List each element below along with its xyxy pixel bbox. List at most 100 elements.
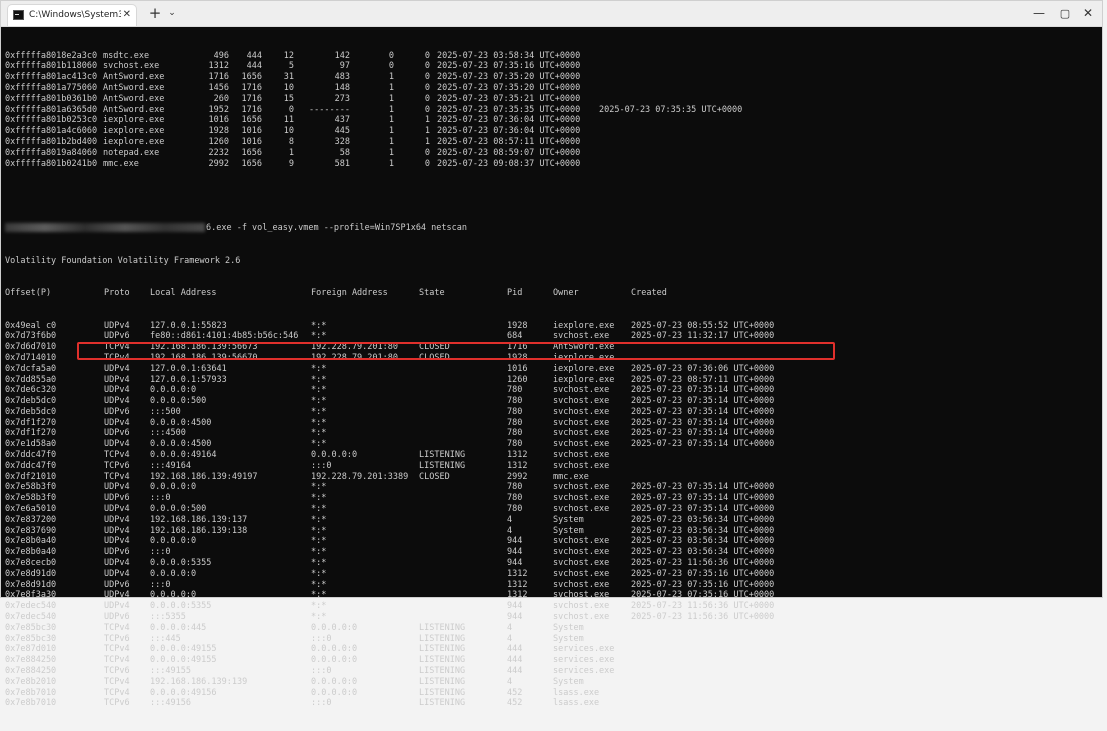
cell: TCPv4 [104, 644, 130, 655]
netscan-row: 0x7deb5dc0 UDPv4 0.0.0.0:500 *:* 780 svchost.… [5, 396, 774, 407]
cell: 944 [507, 558, 523, 569]
cell: 0.0.0.0:4500 [150, 417, 212, 428]
cell: 1 [388, 93, 394, 104]
cell: UDPv4 [104, 374, 130, 385]
netscan-row: 0x7e85bc30 TCPv4 0.0.0.0:445 0.0.0.0:0 LISTE… [5, 623, 584, 634]
chevron-down-icon[interactable]: ⌄ [165, 4, 179, 23]
cell: *:* [311, 612, 327, 623]
cell: *:* [311, 417, 327, 428]
new-tab-button[interactable]: + [146, 4, 164, 23]
cell: 444 [246, 50, 262, 61]
cell: 328 [334, 136, 350, 147]
netscan-row: 0x7d73f6b0 UDPv6 fe80::d861:4101:4b85:b56c… [5, 331, 774, 342]
cell: 1 [424, 126, 430, 137]
cell: *:* [311, 320, 327, 331]
cell: 1456 [208, 82, 229, 93]
cell: 2025-07-23 11:56:36 UTC+0000 [631, 612, 775, 623]
cell: 1016 [208, 115, 229, 126]
tab-close-icon[interactable]: ✕ [123, 5, 131, 25]
cell: 1 [388, 115, 394, 126]
cell: 5 [288, 61, 294, 72]
cell: 0 [388, 61, 394, 72]
cell: 4 [507, 676, 513, 687]
cell: AntSword.exe [103, 104, 165, 115]
close-button[interactable]: ✕ [1072, 4, 1104, 23]
column-header: Pid [507, 288, 523, 299]
cell: 0.0.0.0:49164 [150, 450, 217, 461]
cell: 192.228.79.201:3389 [311, 471, 409, 482]
cell: :::49155 [150, 666, 191, 677]
cell: 0x7e8f3a30 [5, 590, 57, 601]
cell: 1312 [507, 579, 528, 590]
cell: *:* [311, 396, 327, 407]
cell: :::49156 [150, 698, 191, 709]
cell: 192.168.186.139:49197 [150, 471, 258, 482]
cell: 0 [424, 158, 430, 169]
banner-text: Volatility Foundation Volatility Framewo… [5, 255, 241, 266]
cell: 0x7dd855a0 [5, 374, 57, 385]
cell: UDPv4 [104, 590, 130, 601]
cell: 0 [424, 93, 430, 104]
cell: svchost.exe [553, 536, 610, 547]
process-row: 0xfffffa8018e2a3c0 msdtc.exe 496 444 12 142 0 0… [5, 51, 580, 62]
cell: 1952 [208, 104, 229, 115]
cell: 1 [388, 136, 394, 147]
cell: svchost.exe [553, 547, 610, 558]
cell: 2992 [507, 471, 528, 482]
cell: 1 [388, 104, 394, 115]
cell: 0 [424, 50, 430, 61]
cell: 2992 [208, 158, 229, 169]
netscan-row: 0x7e87d010 TCPv4 0.0.0.0:49155 0.0.0.0:0 LIS… [5, 644, 614, 655]
cell: 0x7e8b7010 [5, 698, 57, 709]
cell: 780 [507, 406, 523, 417]
netscan-row: 0x7d714010 TCPv4 192.168.186.139:56670 192.… [5, 353, 614, 364]
terminal-window: C:\Windows\System32\cmd.ex ✕ + ⌄ — ▢ ✕ 0… [0, 0, 1104, 708]
cell: LISTENING [419, 687, 466, 698]
tab-cmd[interactable]: C:\Windows\System32\cmd.ex ✕ [7, 4, 137, 26]
cell: 780 [507, 504, 523, 515]
cell: 0x7edec540 [5, 601, 57, 612]
column-header: Local Address [150, 288, 217, 299]
cell: LISTENING [419, 622, 466, 633]
cell: 2025-07-23 07:35:16 UTC+0000 [631, 579, 775, 590]
cell: UDPv4 [104, 601, 130, 612]
terminal-output[interactable]: 0xfffffa8018e2a3c0 msdtc.exe 496 444 12 142 0 0… [5, 29, 774, 731]
cell: 0x7e85bc30 [5, 622, 57, 633]
cell: 0.0.0.0:0 [311, 622, 358, 633]
tab-title: C:\Windows\System32\cmd.ex [29, 10, 121, 20]
cell: 97 [339, 61, 350, 72]
netscan-row: 0x7df21010 TCPv4 192.168.186.139:49197 192.… [5, 472, 589, 483]
cell: svchost.exe [553, 579, 610, 590]
cell: mmc.exe [103, 158, 139, 169]
cell: 2025-07-23 07:35:35 UTC+0000 [599, 104, 743, 115]
cell: 2025-07-23 07:35:35 UTC+0000 [437, 104, 581, 115]
cell: svchost.exe [553, 450, 610, 461]
cell: 273 [334, 93, 350, 104]
netscan-row: 0x7e837200 UDPv4 192.168.186.139:137 *:* 4 Sy… [5, 515, 774, 526]
netscan-row: 0x7e1d58a0 UDPv4 0.0.0.0:4500 *:* 780 svchost… [5, 439, 774, 450]
cell: 684 [507, 331, 523, 342]
cell: svchost.exe [553, 460, 610, 471]
process-row: 0xfffffa8019a84060 notepad.exe 2232 1656 1 58… [5, 148, 580, 159]
cell: 483 [334, 72, 350, 83]
cell: 1 [388, 126, 394, 137]
cell: LISTENING [419, 655, 466, 666]
netscan-row: 0x7e8cecb0 UDPv4 0.0.0.0:5355 *:* 944 svchost… [5, 558, 774, 569]
cell: 0.0.0.0:500 [150, 504, 207, 515]
cell: 0 [424, 72, 430, 83]
cell: *:* [311, 331, 327, 342]
cell: 0xfffffa801ac413c0 [5, 72, 98, 83]
cell: :::0 [150, 547, 171, 558]
cell: TCPv4 [104, 622, 130, 633]
cell: 0x7e1d58a0 [5, 439, 57, 450]
cell: iexplore.exe [103, 126, 165, 137]
cell: UDPv6 [104, 579, 130, 590]
process-row: 0xfffffa801a6365d0 AntSword.exe 1952 1716 0 -… [5, 105, 742, 116]
cell: 444 [507, 666, 523, 677]
cell: lsass.exe [553, 698, 600, 709]
cell: 1656 [241, 158, 262, 169]
cell: 0.0.0.0:0 [311, 687, 358, 698]
cell: 4 [507, 514, 513, 525]
cell: 0.0.0.0:0 [150, 385, 197, 396]
cell: 780 [507, 493, 523, 504]
